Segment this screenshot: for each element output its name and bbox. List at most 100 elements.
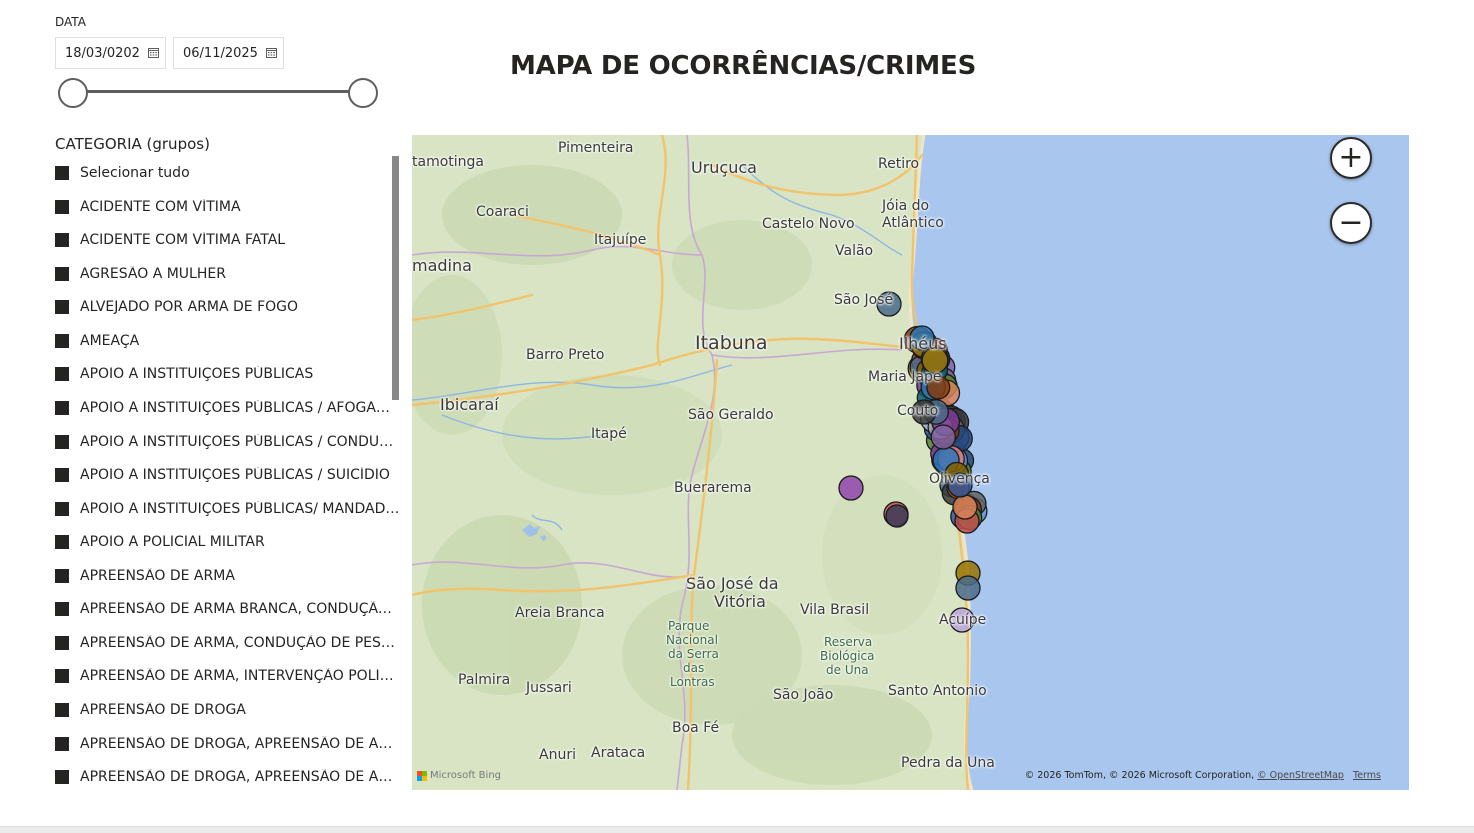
report-title: MAPA DE OCORRÊNCIAS/CRIMES — [510, 51, 977, 81]
checkbox-icon[interactable] — [55, 535, 69, 549]
category-item-label: APREENSÃO DE DROGA, APREENSÃO DE ARMA, C… — [80, 769, 400, 785]
category-item[interactable]: APOIO A INSTITUIÇÕES PÚBLICAS / CONDUÇÃO — [55, 430, 400, 454]
category-item[interactable]: APOIO A POLICIAL MILITAR — [55, 530, 400, 554]
terms-link[interactable]: Terms — [1353, 770, 1381, 781]
category-item[interactable]: ACIDENTE COM VÍTIMA FATAL — [55, 228, 400, 252]
checkbox-icon[interactable] — [55, 737, 69, 751]
checkbox-icon[interactable] — [55, 300, 69, 314]
zoom-in-button[interactable]: + — [1330, 137, 1372, 179]
place-label: Coaraci — [476, 204, 529, 220]
category-item-label: APREENSÃO DE DROGA, APREENSÃO DE ARMA — [80, 736, 400, 752]
category-item-label: APOIO A INSTITUIÇÕES PÚBLICAS / AFOGAMEN… — [80, 400, 400, 416]
checkbox-icon[interactable] — [55, 602, 69, 616]
category-item-label: APREENSÃO DE DROGA — [80, 702, 246, 718]
calendar-icon[interactable] — [148, 47, 159, 58]
map-attribution: © 2026 TomTom, © 2026 Microsoft Corporat… — [1025, 770, 1381, 781]
place-label: Castelo Novo — [762, 216, 855, 232]
bing-logo: Microsoft Bing — [417, 770, 501, 781]
place-label: São José — [834, 292, 894, 308]
occurrence-marker[interactable] — [838, 475, 864, 501]
place-label: Pedra da Una — [901, 755, 995, 771]
checkbox-icon[interactable] — [55, 200, 69, 214]
place-label: Boa Fé — [672, 720, 720, 736]
checkbox-icon[interactable] — [55, 367, 69, 381]
category-item[interactable]: APOIO A INSTITUIÇÕES PÚBLICAS / AFOGAMEN… — [55, 396, 400, 420]
checkbox-icon[interactable] — [55, 703, 69, 717]
checkbox-icon[interactable] — [55, 435, 69, 449]
place-label: Olivença — [929, 471, 990, 487]
microsoft-logo-icon — [417, 770, 427, 781]
checkbox-icon[interactable] — [55, 569, 69, 583]
place-label: tamotinga — [412, 154, 484, 170]
category-item[interactable]: AGRESÃO A MULHER — [55, 262, 400, 286]
category-list: Selecionar tudo ACIDENTE COM VÍTIMA ACIDEN… — [55, 156, 400, 791]
date-slicer-label: DATA — [55, 15, 86, 29]
category-item[interactable]: APREENSÃO DE ARMA, INTERVENÇÃO POLICIAL — [55, 664, 400, 688]
category-item-label: APOIO A POLICIAL MILITAR — [80, 534, 265, 550]
place-label: Pimenteira — [558, 140, 634, 156]
crime-map[interactable]: Pimenteira Uruçuca Retiro tamotinga Coaraci C… — [412, 135, 1409, 790]
category-item-label: AMEAÇA — [80, 333, 140, 349]
place-label: da Serra — [668, 647, 719, 661]
place-label: de Una — [826, 663, 869, 677]
category-item[interactable]: APOIO A INSTITUIÇÕES PÚBLICAS/ MANDADO D… — [55, 497, 400, 521]
category-item-label: APOIO A INSTITUIÇÕES PÚBLICAS/ MANDADO D… — [80, 501, 400, 517]
date-from-input[interactable]: 18/03/0202 — [55, 37, 166, 69]
date-range-slider-track[interactable] — [73, 90, 363, 93]
date-from-value: 18/03/0202 — [65, 45, 140, 61]
date-range-end-handle[interactable] — [348, 78, 378, 108]
category-item[interactable]: ALVEJADO POR ARMA DE FOGO — [55, 295, 400, 319]
place-label: Biológica — [820, 649, 875, 663]
occurrence-marker[interactable] — [952, 494, 978, 520]
date-to-input[interactable]: 06/11/2025 — [173, 37, 284, 69]
category-list-scrollbar[interactable] — [392, 156, 399, 400]
zoom-out-button[interactable]: − — [1330, 202, 1372, 244]
place-label: Barro Preto — [526, 347, 605, 363]
category-item[interactable]: APREENSÃO DE DROGA, APREENSÃO DE ARMA — [55, 732, 400, 756]
category-item[interactable]: APOIO A INSTITUIÇÕES PÚBLICAS — [55, 362, 400, 386]
place-label: Jussari — [526, 680, 572, 696]
category-item-label: APOIO A INSTITUIÇÕES PÚBLICAS — [80, 366, 314, 382]
category-item[interactable]: Selecionar tudo — [55, 161, 400, 185]
occurrence-marker[interactable] — [885, 504, 909, 528]
occurrence-marker[interactable] — [955, 575, 981, 601]
minus-icon: − — [1338, 205, 1364, 240]
checkbox-icon[interactable] — [55, 669, 69, 683]
place-label: Valão — [835, 243, 874, 259]
checkbox-icon[interactable] — [55, 770, 69, 784]
category-item[interactable]: APREENSÃO DE DROGA, APREENSÃO DE ARMA, C… — [55, 765, 400, 789]
page-bottom-bar — [0, 826, 1474, 833]
date-range-start-handle[interactable] — [58, 78, 88, 108]
category-item-label: APREENSÃO DE ARMA, INTERVENÇÃO POLICIAL — [80, 668, 400, 684]
checkbox-icon[interactable] — [55, 233, 69, 247]
checkbox-icon[interactable] — [55, 267, 69, 281]
place-label: Arataca — [591, 745, 646, 761]
category-item[interactable]: APREENSÃO DE DROGA — [55, 698, 400, 722]
category-item-label: ACIDENTE COM VÍTIMA — [80, 199, 241, 215]
occurrence-marker[interactable] — [930, 424, 956, 450]
place-label: Buerarema — [674, 480, 752, 496]
place-label: Jóia do — [882, 198, 930, 214]
category-item[interactable]: APREENSÃO DE ARMA, CONDUÇÃO DE PESSOA — [55, 631, 400, 655]
category-item[interactable]: APREENSÃO DE ARMA — [55, 564, 400, 588]
place-label: Palmira — [458, 672, 511, 688]
category-item-label: APOIO A INSTITUIÇÕES PÚBLICAS / CONDUÇÃO — [80, 434, 400, 450]
checkbox-icon[interactable] — [55, 334, 69, 348]
place-label: Ilhéus — [899, 334, 947, 353]
category-item[interactable]: AMEAÇA — [55, 329, 400, 353]
calendar-icon[interactable] — [266, 47, 277, 58]
category-item-label: APREENSÃO DE ARMA — [80, 568, 235, 584]
category-item[interactable]: ACIDENTE COM VÍTIMA — [55, 195, 400, 219]
checkbox-icon[interactable] — [55, 468, 69, 482]
place-label: Nacional — [666, 633, 718, 647]
place-label: Maria Jape — [868, 369, 942, 385]
openstreetmap-link[interactable]: © OpenStreetMap — [1257, 770, 1344, 781]
checkbox-icon[interactable] — [55, 166, 69, 180]
category-item[interactable]: APOIO A INSTITUIÇÕES PÚBLICAS / SUICÍDIO — [55, 463, 400, 487]
category-item-label: APREENSÃO DE ARMA BRANCA, CONDUÇÃO DE PE… — [80, 601, 400, 617]
checkbox-icon[interactable] — [55, 401, 69, 415]
checkbox-icon[interactable] — [55, 636, 69, 650]
category-item-label: APREENSÃO DE ARMA, CONDUÇÃO DE PESSOA — [80, 635, 400, 651]
checkbox-icon[interactable] — [55, 502, 69, 516]
category-item[interactable]: APREENSÃO DE ARMA BRANCA, CONDUÇÃO DE PE… — [55, 597, 400, 621]
